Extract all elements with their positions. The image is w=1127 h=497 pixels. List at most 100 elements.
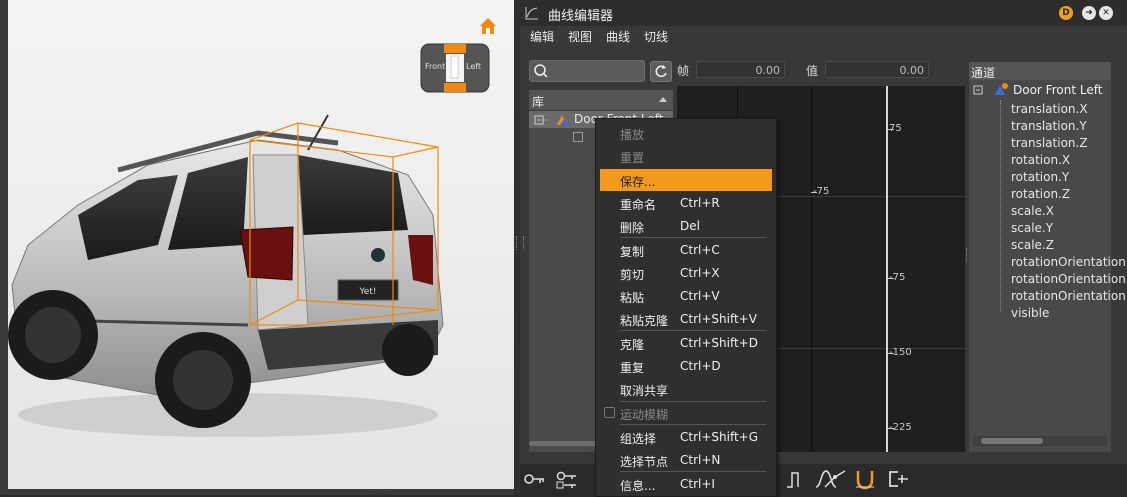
menu-item-play[interactable]: 播放 bbox=[600, 122, 772, 144]
menu-item-save[interactable]: 保存... bbox=[600, 169, 772, 191]
menu-item-label: 重复 bbox=[620, 361, 645, 375]
frame-field[interactable]: 0.00 bbox=[696, 61, 785, 78]
tree-expand-icon[interactable] bbox=[534, 113, 548, 127]
menu-item-unshare[interactable]: 取消共享 bbox=[600, 378, 772, 400]
menu-separator bbox=[620, 237, 766, 238]
menu-item-label: 删除 bbox=[620, 221, 645, 235]
tangent-flat-icon[interactable] bbox=[884, 467, 910, 491]
forward-button[interactable]: ➜ bbox=[1082, 6, 1096, 20]
magnet-icon[interactable] bbox=[852, 467, 878, 491]
3d-viewport[interactable]: Front Left Yet! ... ... bbox=[0, 0, 514, 495]
graph-value-label: -225 bbox=[889, 422, 912, 433]
channel-scrollbar[interactable] bbox=[973, 436, 1107, 446]
channel-item[interactable]: translation.Y bbox=[1011, 119, 1087, 133]
library-splitter-grip[interactable] bbox=[523, 236, 526, 250]
viewcube-left-label: Left bbox=[466, 62, 482, 71]
menu-item-cut[interactable]: 剪切 Ctrl+X bbox=[600, 262, 772, 284]
menu-item-label: 取消共享 bbox=[620, 384, 669, 398]
menu-item-label: 复制 bbox=[620, 245, 645, 259]
sort-arrow-icon[interactable] bbox=[659, 97, 667, 102]
value-label: 值 bbox=[806, 64, 819, 78]
splitter-grip[interactable] bbox=[516, 236, 519, 250]
channel-header-label: 通道 bbox=[971, 66, 996, 80]
car-model[interactable]: Yet! bbox=[8, 95, 448, 445]
menu-item-motion-blur[interactable]: 运动模糊 bbox=[600, 402, 772, 424]
menu-item-reset[interactable]: 重置 bbox=[600, 145, 772, 167]
channel-item[interactable]: scale.Y bbox=[1011, 221, 1053, 235]
channel-item[interactable]: rotationOrientation bbox=[1011, 255, 1126, 269]
animation-node-icon bbox=[557, 115, 569, 125]
menu-edit[interactable]: 编辑 bbox=[530, 28, 554, 45]
dock-button[interactable]: D bbox=[1059, 6, 1073, 20]
graph-value-label: 75 bbox=[889, 123, 902, 134]
channel-item[interactable]: rotationOrientation bbox=[1011, 289, 1126, 303]
close-button[interactable]: ✕ bbox=[1099, 6, 1113, 20]
channel-scroll-thumb[interactable] bbox=[981, 438, 1043, 444]
menu-item-label: 克隆 bbox=[620, 338, 645, 352]
graph-curve[interactable] bbox=[886, 86, 888, 452]
home-icon[interactable] bbox=[478, 16, 498, 36]
menu-bar: 编辑 视图 曲线 切线 bbox=[520, 26, 1127, 46]
menu-item-delete[interactable]: 删除 Del bbox=[600, 215, 772, 237]
library-header[interactable]: 库 bbox=[529, 90, 673, 111]
menu-item-shortcut: Ctrl+Shift+V bbox=[680, 312, 757, 326]
viewcube-icon[interactable]: Front Left bbox=[420, 40, 490, 96]
menu-item-shortcut: Ctrl+V bbox=[680, 289, 720, 303]
menu-item-paste[interactable]: 粘贴 Ctrl+V bbox=[600, 285, 772, 307]
menu-item-label: 运动模糊 bbox=[620, 408, 669, 422]
menu-item-clone[interactable]: 克隆 Ctrl+Shift+D bbox=[600, 332, 772, 354]
viewcube-front-label: Front bbox=[425, 62, 446, 71]
menu-item-label: 粘贴 bbox=[620, 291, 645, 305]
channel-item[interactable]: rotation.X bbox=[1011, 153, 1070, 167]
curve-editor-title: 曲线编辑器 bbox=[548, 9, 614, 24]
menu-item-label: 粘贴克隆 bbox=[620, 314, 669, 328]
curve-editor-icon bbox=[525, 7, 538, 20]
menu-item-select-node[interactable]: 选择节点 Ctrl+N bbox=[600, 449, 772, 471]
keys-icon[interactable] bbox=[554, 467, 580, 491]
tree-collapse-icon[interactable] bbox=[973, 83, 987, 97]
menu-item-label: 播放 bbox=[620, 128, 645, 142]
search-input[interactable] bbox=[529, 60, 645, 82]
animation-node-icon bbox=[995, 83, 1008, 95]
menu-item-group-selection[interactable]: 组选择 Ctrl+Shift+G bbox=[600, 426, 772, 448]
channel-item[interactable]: scale.X bbox=[1011, 204, 1054, 218]
refresh-icon bbox=[655, 65, 667, 78]
channel-header: 通道 bbox=[969, 62, 1111, 80]
value-field[interactable]: 0.00 bbox=[825, 61, 929, 78]
menu-item-label: 保存... bbox=[620, 175, 656, 189]
menu-item-label: 重命名 bbox=[620, 198, 657, 212]
channel-item[interactable]: scale.Z bbox=[1011, 238, 1054, 252]
viewport-status-text: ... ... bbox=[368, 486, 393, 495]
menu-item-info[interactable]: 信息... Ctrl+I bbox=[600, 473, 772, 495]
curve-editor-titlebar: 曲线编辑器 D ➜ ✕ bbox=[520, 0, 1127, 26]
menu-item-paste-clone[interactable]: 粘贴克隆 Ctrl+Shift+V bbox=[600, 308, 772, 330]
key-icon[interactable] bbox=[522, 467, 548, 491]
channel-item[interactable]: rotation.Y bbox=[1011, 170, 1069, 184]
channel-item[interactable]: translation.X bbox=[1011, 102, 1088, 116]
menu-item-shortcut: Ctrl+N bbox=[680, 453, 721, 467]
menu-item-shortcut: Del bbox=[680, 219, 700, 233]
tangent-step-icon[interactable] bbox=[784, 467, 810, 491]
channel-panel: 通道 Door Front Left translation.X transla… bbox=[969, 62, 1126, 452]
library-subitem-checkbox[interactable] bbox=[573, 132, 583, 142]
menu-item-rename[interactable]: 重命名 Ctrl+R bbox=[600, 192, 772, 214]
menu-item-duplicate[interactable]: 重复 Ctrl+D bbox=[600, 355, 772, 377]
menu-tangent[interactable]: 切线 bbox=[644, 28, 668, 45]
menu-view[interactable]: 视图 bbox=[568, 28, 592, 45]
channel-item[interactable]: visible bbox=[1011, 306, 1049, 320]
menu-item-shortcut: Ctrl+C bbox=[680, 243, 720, 257]
tangent-linear-icon[interactable] bbox=[822, 467, 848, 491]
refresh-button[interactable] bbox=[650, 61, 672, 82]
search-icon bbox=[534, 64, 548, 78]
motion-blur-checkbox[interactable] bbox=[604, 407, 615, 418]
menu-item-label: 信息... bbox=[620, 479, 656, 493]
menu-item-shortcut: Ctrl+I bbox=[680, 477, 715, 491]
menu-item-copy[interactable]: 复制 Ctrl+C bbox=[600, 239, 772, 261]
channel-item[interactable]: rotationOrientation bbox=[1011, 272, 1126, 286]
tree-line bbox=[1000, 100, 1001, 312]
menu-curve[interactable]: 曲线 bbox=[606, 28, 630, 45]
channel-item[interactable]: translation.Z bbox=[1011, 136, 1088, 150]
library-header-label: 库 bbox=[532, 95, 545, 109]
channel-item[interactable]: rotation.Z bbox=[1011, 187, 1070, 201]
context-menu: 播放 重置 保存... 重命名 Ctrl+R 删除 Del 复制 Ctrl+C … bbox=[595, 118, 777, 497]
